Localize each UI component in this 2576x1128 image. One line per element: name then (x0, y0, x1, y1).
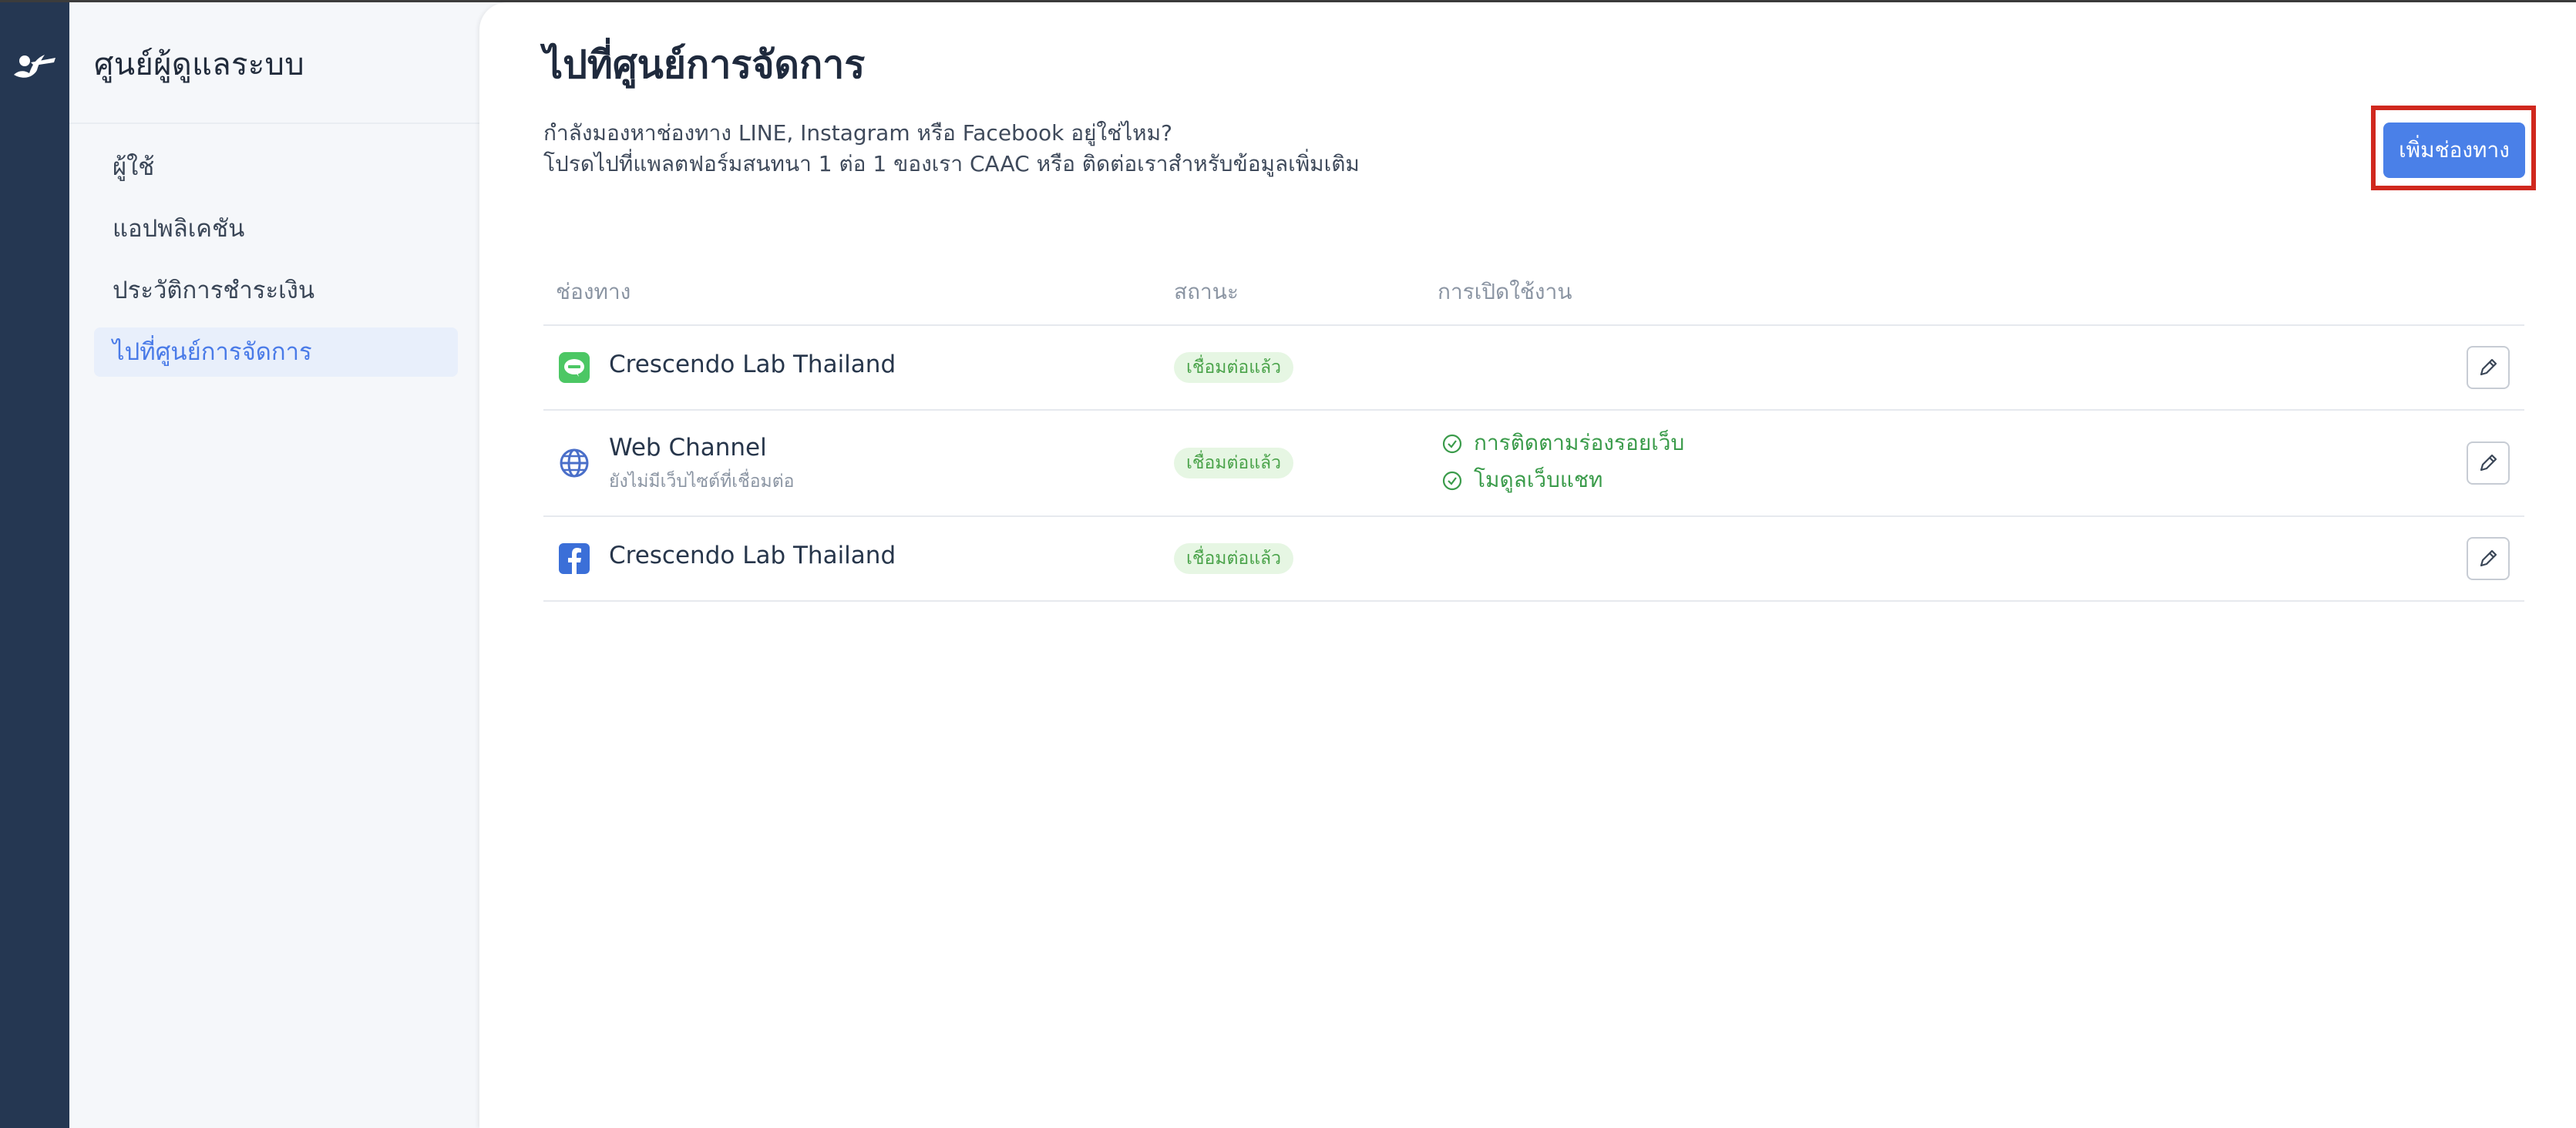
channel-name: Crescendo Lab Thailand (609, 351, 896, 378)
column-header-status: สถานะ (1174, 279, 1239, 304)
table-row: Crescendo Lab Thailand เชื่อมต่อแล้ว (543, 326, 2524, 411)
sidebar-item-billing-history[interactable]: ประวัติการชำระเงิน (94, 266, 458, 315)
app-rail (0, 2, 69, 1128)
facebook-icon (559, 543, 590, 574)
sidebar-divider (69, 123, 479, 124)
edit-button[interactable] (2467, 346, 2510, 389)
status-badge: เชื่อมต่อแล้ว (1174, 352, 1294, 383)
add-channel-button[interactable]: เพิ่มช่องทาง (2383, 123, 2525, 178)
sidebar-item-applications[interactable]: แอปพลิเคชัน (94, 204, 458, 253)
sidebar: ศูนย์ผู้ดูแลระบบ ผู้ใช้ แอปพลิเคชัน ประว… (69, 2, 479, 1128)
page-title: ไปที่ศูนย์การจัดการ (543, 42, 866, 87)
app-logo-icon[interactable] (11, 47, 57, 82)
sidebar-title: ศูนย์ผู้ดูแลระบบ (94, 47, 304, 82)
channel-name: Crescendo Lab Thailand (609, 542, 896, 569)
table-row: Web Channel ยังไม่มีเว็บไซต์ที่เชื่อมต่อ… (543, 411, 2524, 517)
feature-web-tracking: การติดตามร่องรอยเว็บ (1441, 426, 1684, 460)
status-badge: เชื่อมต่อแล้ว (1174, 543, 1294, 574)
column-header-channel: ช่องทาง (556, 279, 631, 304)
edit-button[interactable] (2467, 441, 2510, 485)
edit-button[interactable] (2467, 537, 2510, 580)
table-header: ช่องทาง สถานะ การเปิดใช้งาน (543, 261, 2524, 326)
sidebar-item-users[interactable]: ผู้ใช้ (94, 143, 458, 192)
feature-web-chat: โมดูลเว็บแชท (1441, 463, 1602, 497)
pencil-icon (2480, 549, 2497, 567)
line-icon (559, 352, 590, 383)
feature-label: โมดูลเว็บแชท (1474, 467, 1603, 492)
globe-icon (560, 448, 589, 478)
table-row: Crescendo Lab Thailand เชื่อมต่อแล้ว (543, 517, 2524, 602)
main-panel: ไปที่ศูนย์การจัดการ กำลังมองหาช่องทาง LI… (479, 2, 2576, 1128)
feature-label: การติดตามร่องรอยเว็บ (1474, 430, 1685, 455)
description-line-1: กำลังมองหาช่องทาง LINE, Instagram หรือ F… (543, 120, 1172, 146)
channel-name: Web Channel (609, 434, 767, 462)
page-description: กำลังมองหาช่องทาง LINE, Instagram หรือ F… (543, 118, 1360, 180)
sidebar-nav: ผู้ใช้ แอปพลิเคชัน ประวัติการชำระเงิน ไป… (94, 143, 458, 389)
check-circle-icon (1442, 434, 1462, 454)
column-header-activation: การเปิดใช้งาน (1438, 279, 1572, 304)
status-badge: เชื่อมต่อแล้ว (1174, 448, 1294, 478)
check-circle-icon (1442, 471, 1462, 491)
pencil-icon (2480, 358, 2497, 376)
channels-table: ช่องทาง สถานะ การเปิดใช้งาน Crescendo La… (543, 261, 2524, 602)
channel-subtitle: ยังไม่มีเว็บไซต์ที่เชื่อมต่อ (609, 472, 795, 492)
description-line-2: โปรดไปที่แพลตฟอร์มสนทนา 1 ต่อ 1 ของเรา C… (543, 151, 1360, 176)
pencil-icon (2480, 454, 2497, 472)
sidebar-item-management-center[interactable]: ไปที่ศูนย์การจัดการ (94, 327, 458, 377)
